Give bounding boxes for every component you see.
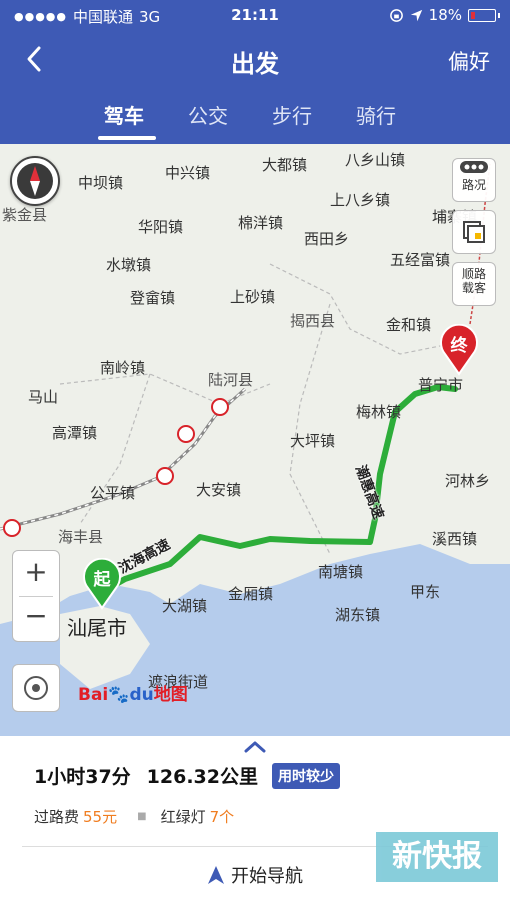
place-label: 河林乡 xyxy=(445,472,491,490)
carpool-label-line2: 载客 xyxy=(461,281,486,295)
place-label: 陆河县 xyxy=(208,371,254,389)
place-label: 八乡山镇 xyxy=(345,151,406,169)
status-bar: ●●●●● 中国联通 3G 21:11 18% xyxy=(0,0,510,30)
crosshair-icon xyxy=(24,676,48,700)
active-tab-indicator xyxy=(98,136,156,140)
traffic-toggle-button[interactable]: 路况 xyxy=(452,158,496,202)
locate-me-button[interactable] xyxy=(12,664,60,712)
place-label: 大湖镇 xyxy=(162,597,208,615)
route-duration: 1小时37分 xyxy=(34,766,131,788)
place-label: 上砂镇 xyxy=(230,288,276,306)
map-view[interactable]: 紫金县 中坝镇 中兴镇 大都镇 八乡山镇 华阳镇 棉洋镇 上八乡镇 埔寨镇 水墩… xyxy=(0,144,510,736)
zoom-out-button[interactable]: − xyxy=(13,599,59,632)
toll-value: 55元 xyxy=(83,808,118,826)
zoom-control: + − xyxy=(12,550,60,642)
rotation-lock-icon xyxy=(389,8,403,22)
page-title: 出发 xyxy=(231,50,279,78)
layers-button[interactable] xyxy=(452,210,496,254)
place-label: 大坪镇 xyxy=(290,432,336,450)
battery-icon xyxy=(468,8,496,22)
place-label: 南岭镇 xyxy=(100,359,146,377)
tab-drive[interactable]: 驾车 xyxy=(104,100,144,129)
place-label: 普宁市 xyxy=(418,376,464,394)
route-summary: 1小时37分 126.32公里 用时较少 xyxy=(34,762,340,789)
place-label: 金厢镇 xyxy=(228,585,274,603)
place-label: 甲东 xyxy=(410,583,441,601)
place-label-city: 汕尾市 xyxy=(67,616,127,640)
place-label: 溪西镇 xyxy=(432,530,478,548)
place-label: 南塘镇 xyxy=(318,563,364,581)
tab-walk[interactable]: 步行 xyxy=(272,100,312,129)
place-label: 棉洋镇 xyxy=(238,214,284,232)
top-header: ●●●●● 中国联通 3G 21:11 18% 出发 偏好 驾车 公交 步行 骑… xyxy=(0,0,510,144)
traffic-icon xyxy=(460,161,488,173)
place-label: 大安镇 xyxy=(196,481,242,499)
place-label: 高潭镇 xyxy=(52,424,98,442)
place-label: 水墩镇 xyxy=(106,256,152,274)
start-marker-label: 起 xyxy=(93,569,112,590)
separator-dot: ■ xyxy=(137,811,147,822)
route-details: 过路费 55元 ■ 红绿灯 7个 xyxy=(34,806,234,827)
carpool-label-line1: 顺路 xyxy=(461,267,486,281)
compass-icon xyxy=(17,163,53,199)
start-navigation-label: 开始导航 xyxy=(231,866,303,887)
navigation-arrow-icon xyxy=(208,866,224,884)
baidu-map-logo: Bai🐾du地图 xyxy=(78,685,188,705)
end-marker-label: 终 xyxy=(451,335,469,356)
traffic-label: 路况 xyxy=(461,178,486,192)
battery-percent: 18% xyxy=(428,6,462,24)
place-label: 华阳镇 xyxy=(138,218,184,236)
preferences-button[interactable]: 偏好 xyxy=(448,46,490,76)
carpool-button[interactable]: 顺路 载客 xyxy=(452,262,496,306)
route-tag-badge: 用时较少 xyxy=(272,762,340,789)
layers-icon xyxy=(463,221,485,243)
place-label: 中兴镇 xyxy=(165,164,211,182)
travel-mode-tabs: 驾车 公交 步行 骑行 xyxy=(0,96,510,144)
nav-bar: 出发 偏好 xyxy=(0,38,510,82)
place-label: 登畲镇 xyxy=(130,289,176,307)
chevron-up-icon[interactable] xyxy=(243,740,267,754)
route-summary-panel[interactable]: 1小时37分 126.32公里 用时较少 过路费 55元 ■ 红绿灯 7个 开始… xyxy=(0,736,510,907)
place-label: 湖东镇 xyxy=(335,606,381,624)
toll-label: 过路费 xyxy=(34,808,80,826)
zoom-in-button[interactable]: + xyxy=(13,555,59,588)
traffic-lights-value: 7个 xyxy=(209,808,235,826)
tab-cycle[interactable]: 骑行 xyxy=(356,100,396,129)
tab-transit[interactable]: 公交 xyxy=(188,100,228,129)
place-label: 揭西县 xyxy=(290,312,336,330)
place-label: 金和镇 xyxy=(386,316,432,334)
place-label: 西田乡 xyxy=(304,230,350,248)
end-marker-icon[interactable]: 终 xyxy=(439,324,479,376)
place-label: 梅林镇 xyxy=(356,403,402,421)
start-marker-icon[interactable]: 起 xyxy=(82,558,122,610)
watermark: 新快报 xyxy=(376,832,498,882)
place-label: 马山 xyxy=(28,388,59,406)
location-arrow-icon xyxy=(410,9,422,21)
traffic-lights-label: 红绿灯 xyxy=(160,808,206,826)
place-label: 上八乡镇 xyxy=(330,191,391,209)
route-distance: 126.32公里 xyxy=(146,766,258,788)
place-label: 五经富镇 xyxy=(390,251,451,269)
place-label: 中坝镇 xyxy=(78,174,124,192)
compass-button[interactable] xyxy=(10,156,60,206)
place-label: 公平镇 xyxy=(90,484,136,502)
place-label: 海丰县 xyxy=(58,528,104,546)
place-label: 大都镇 xyxy=(262,156,308,174)
